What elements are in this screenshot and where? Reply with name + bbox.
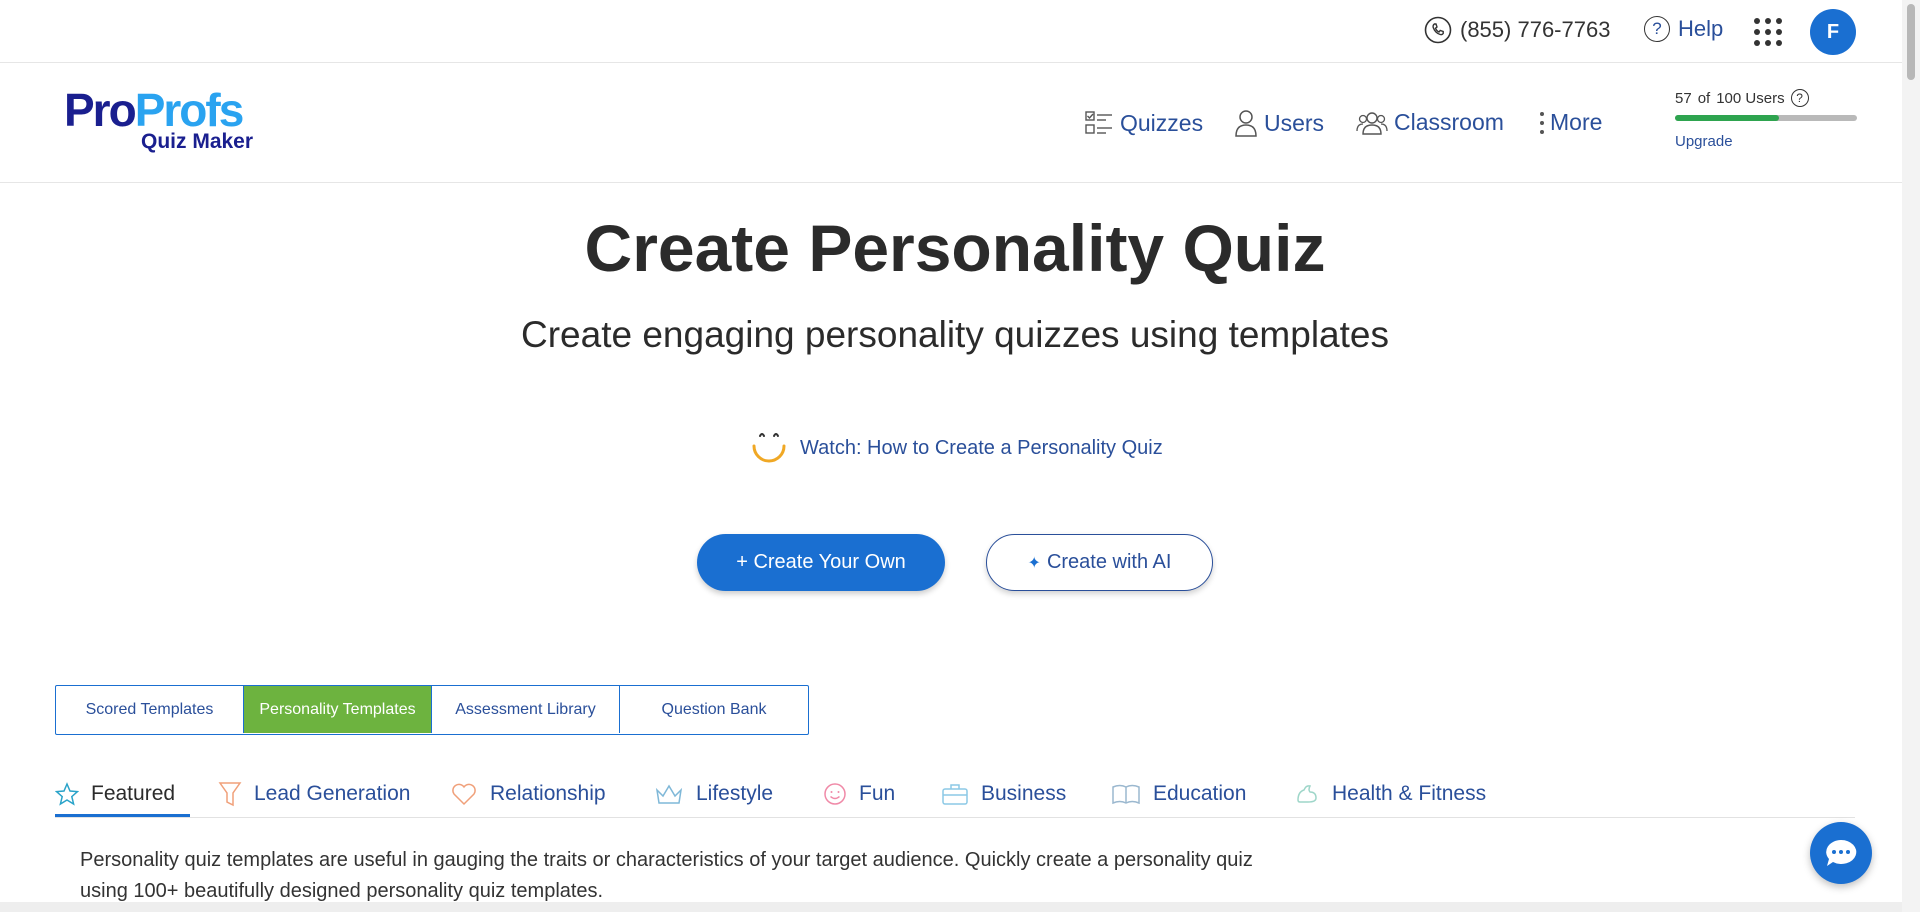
scrollbar-thumb[interactable] [1907, 4, 1915, 80]
tab-scored-templates[interactable]: Scored Templates [56, 686, 244, 733]
phone-number: (855) 776-7763 [1460, 17, 1611, 42]
book-icon [1112, 784, 1140, 805]
nav-users[interactable]: Users [1234, 109, 1324, 137]
category-fun[interactable]: Fun [823, 776, 895, 812]
user-progress-fill [1675, 115, 1779, 121]
help-link[interactable]: ? Help [1644, 16, 1723, 42]
users-of: of [1697, 89, 1711, 107]
smiley-video-icon [752, 433, 786, 463]
upgrade-link[interactable]: Upgrade [1675, 133, 1857, 150]
apps-grid-icon[interactable] [1754, 18, 1782, 46]
chat-widget-button[interactable] [1810, 822, 1872, 884]
nav-quizzes[interactable]: Quizzes [1084, 109, 1203, 137]
crown-icon [655, 784, 683, 804]
vertical-scrollbar[interactable] [1902, 0, 1920, 912]
users-total: 100 Users [1716, 89, 1785, 107]
sparkle-icon: ✦ [1027, 554, 1041, 572]
kebab-icon [1540, 111, 1544, 134]
category-featured-label: Featured [91, 782, 176, 805]
category-business[interactable]: Business [941, 776, 1066, 812]
heart-icon [452, 783, 476, 806]
proprofs-logo[interactable]: ProProfs Quiz Maker [64, 87, 253, 153]
category-lead-generation[interactable]: Lead Generation [218, 776, 410, 812]
category-relationship[interactable]: Relationship [450, 776, 606, 812]
category-featured[interactable]: Featured [55, 776, 175, 812]
nav-quizzes-label: Quizzes [1120, 109, 1204, 136]
create-with-ai-button[interactable]: ✦ Create with AI [986, 534, 1213, 591]
tab-personality-templates[interactable]: Personality Templates [244, 686, 432, 733]
user-icon [1235, 110, 1257, 137]
category-fun-label: Fun [859, 782, 896, 805]
user-progress-bar [1675, 115, 1857, 121]
main-navigation: ProProfs Quiz Maker Quizzes Users Classr… [0, 63, 1902, 183]
category-lead-generation-label: Lead Generation [254, 782, 411, 805]
briefcase-icon [942, 784, 968, 805]
horizontal-scroll-track [0, 902, 1902, 912]
page-title: Create Personality Quiz [584, 211, 1326, 285]
category-lifestyle[interactable]: Lifestyle [654, 776, 773, 812]
category-lifestyle-label: Lifestyle [696, 782, 774, 805]
watch-video-label: Watch: How to Create a Personality Quiz [800, 436, 1163, 459]
help-icon: ? [1644, 16, 1670, 42]
logo-subtitle: Quiz Maker [141, 130, 254, 153]
category-business-label: Business [981, 782, 1067, 805]
create-your-own-button[interactable]: + Create Your Own [697, 534, 945, 591]
tab-question-bank[interactable]: Question Bank [620, 686, 808, 733]
nav-more-label: More [1550, 109, 1603, 135]
user-count: 57 of 100 Users ? [1675, 89, 1857, 107]
fitness-icon [1297, 785, 1317, 803]
nav-classroom[interactable]: Classroom [1356, 109, 1504, 136]
watch-video-link[interactable]: Watch: How to Create a Personality Quiz [750, 430, 1163, 466]
category-education[interactable]: Education [1111, 776, 1246, 812]
tab-assessment-library[interactable]: Assessment Library [432, 686, 620, 733]
nav-users-label: Users [1264, 109, 1325, 136]
category-health-fitness-label: Health & Fitness [1332, 782, 1487, 805]
info-icon[interactable]: ? [1790, 89, 1809, 107]
user-license-meter: 57 of 100 Users ? Upgrade [1675, 89, 1857, 150]
category-relationship-label: Relationship [490, 782, 606, 805]
checklist-icon [1085, 111, 1112, 134]
smiley-icon [824, 783, 846, 805]
nav-classroom-label: Classroom [1394, 109, 1504, 135]
group-icon [1356, 111, 1388, 135]
category-education-label: Education [1153, 782, 1247, 805]
nav-more[interactable]: More [1538, 109, 1602, 136]
top-utility-bar: (855) 776-7763 ? Help F [0, 0, 1902, 63]
category-description: Personality quiz templates are useful in… [80, 849, 1253, 902]
create-with-ai-label: Create with AI [1046, 551, 1172, 573]
avatar[interactable]: F [1810, 9, 1856, 55]
category-health-fitness[interactable]: Health & Fitness [1294, 776, 1486, 812]
logo-text-profs: Profs [134, 84, 245, 136]
star-icon [55, 782, 79, 806]
funnel-icon [218, 782, 242, 807]
logo-text-pro: Pro [64, 84, 137, 136]
category-tabs: Featured Lead Generation Relationship Li… [55, 770, 1855, 818]
phone-link[interactable]: (855) 776-7763 [1424, 16, 1610, 44]
phone-icon [1424, 16, 1452, 44]
page-subtitle: Create engaging personality quizzes usin… [521, 314, 1389, 355]
help-label: Help [1678, 16, 1724, 41]
chat-bubble-icon [1826, 839, 1857, 866]
users-used: 57 [1675, 89, 1692, 107]
active-category-indicator [55, 814, 190, 817]
template-type-tabs: Scored Templates Personality Templates A… [55, 685, 809, 735]
